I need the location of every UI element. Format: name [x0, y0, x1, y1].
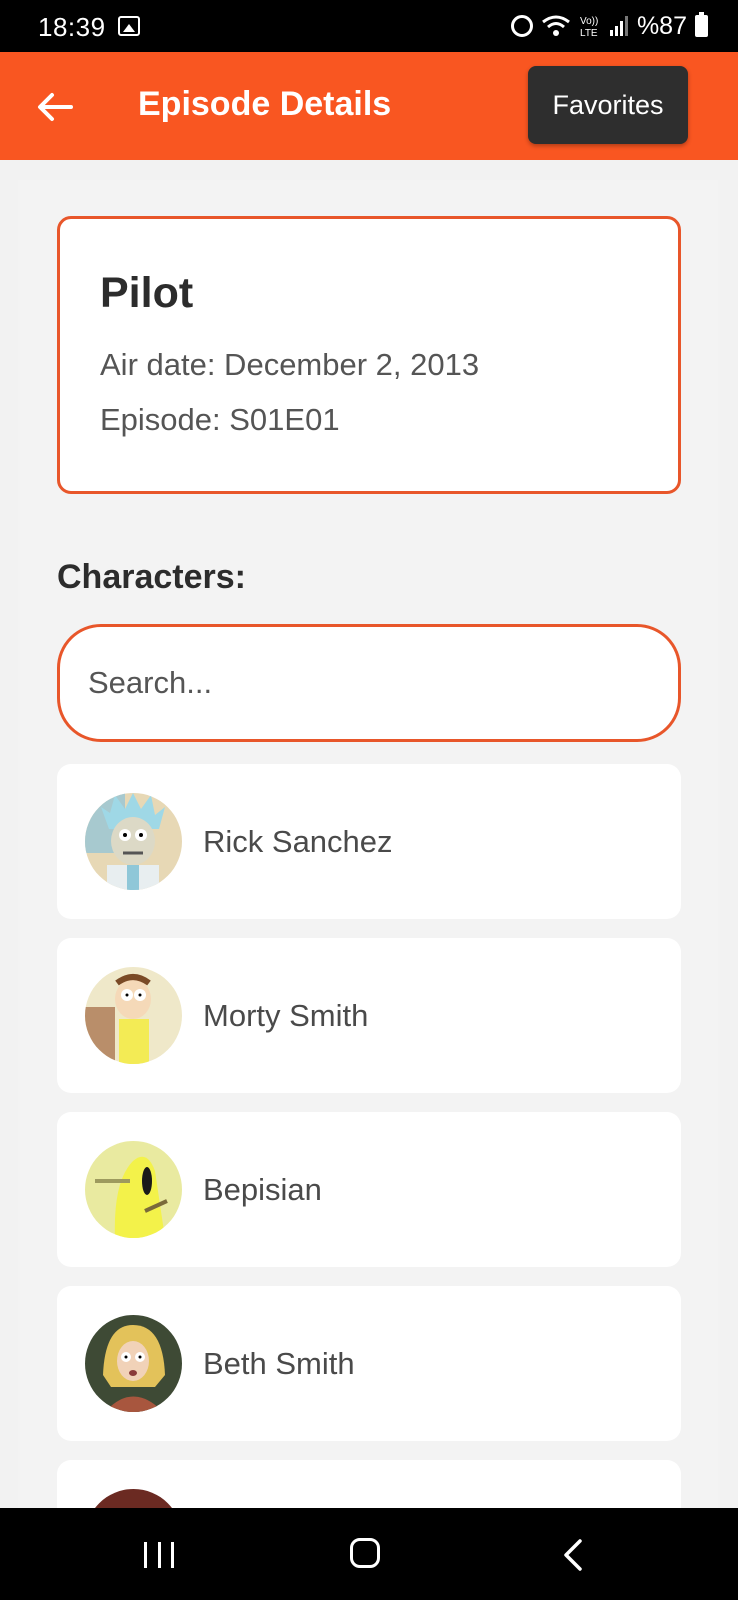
list-item[interactable]: Beth Smith [57, 1286, 681, 1441]
app-bar: Episode Details Favorites [0, 52, 738, 160]
avatar [85, 967, 182, 1064]
alarm-icon [510, 15, 533, 37]
search-input[interactable] [57, 624, 681, 742]
list-item[interactable]: Rick Sanchez [57, 764, 681, 919]
page-title: Episode Details [138, 85, 392, 123]
signal-icon [609, 15, 629, 37]
avatar [85, 1141, 182, 1238]
avatar [85, 793, 182, 890]
list-item[interactable]: Bepisian [57, 1112, 681, 1267]
character-name: Rick Sanchez [203, 824, 393, 859]
gallery-icon [118, 16, 140, 36]
back-icon[interactable] [562, 1538, 584, 1577]
favorites-button[interactable]: Favorites [528, 66, 688, 144]
battery-percent: %87 [636, 11, 687, 40]
episode-name: Pilot [100, 269, 194, 317]
status-icons: Vo)) LTE %87 [510, 10, 708, 42]
recents-icon[interactable] [144, 1542, 174, 1568]
svg-text:LTE: LTE [580, 28, 598, 38]
wifi-icon [541, 14, 571, 38]
list-item[interactable]: Morty Smith [57, 938, 681, 1093]
characters-heading: Characters: [57, 558, 246, 596]
episode-code: Episode: S01E01 [100, 402, 340, 437]
volte-icon: Vo)) LTE [579, 14, 601, 38]
status-time: 18:39 [38, 12, 106, 42]
svg-text:Vo)): Vo)) [580, 16, 598, 27]
episode-card: Pilot Air date: December 2, 2013 Episode… [57, 216, 681, 494]
episode-air-date: Air date: December 2, 2013 [100, 347, 480, 382]
arrow-left-icon [38, 93, 73, 121]
character-name: Morty Smith [203, 998, 369, 1033]
avatar [85, 1315, 182, 1412]
status-bar: 18:39 Vo)) LTE %87 [0, 0, 738, 52]
list-item[interactable] [57, 1460, 681, 1508]
system-nav-bar [0, 1508, 738, 1600]
character-name: Beth Smith [203, 1346, 355, 1381]
back-button[interactable] [30, 82, 80, 132]
battery-icon [695, 12, 708, 37]
home-icon[interactable] [350, 1538, 380, 1568]
character-name: Bepisian [203, 1172, 322, 1207]
avatar [85, 1489, 182, 1508]
